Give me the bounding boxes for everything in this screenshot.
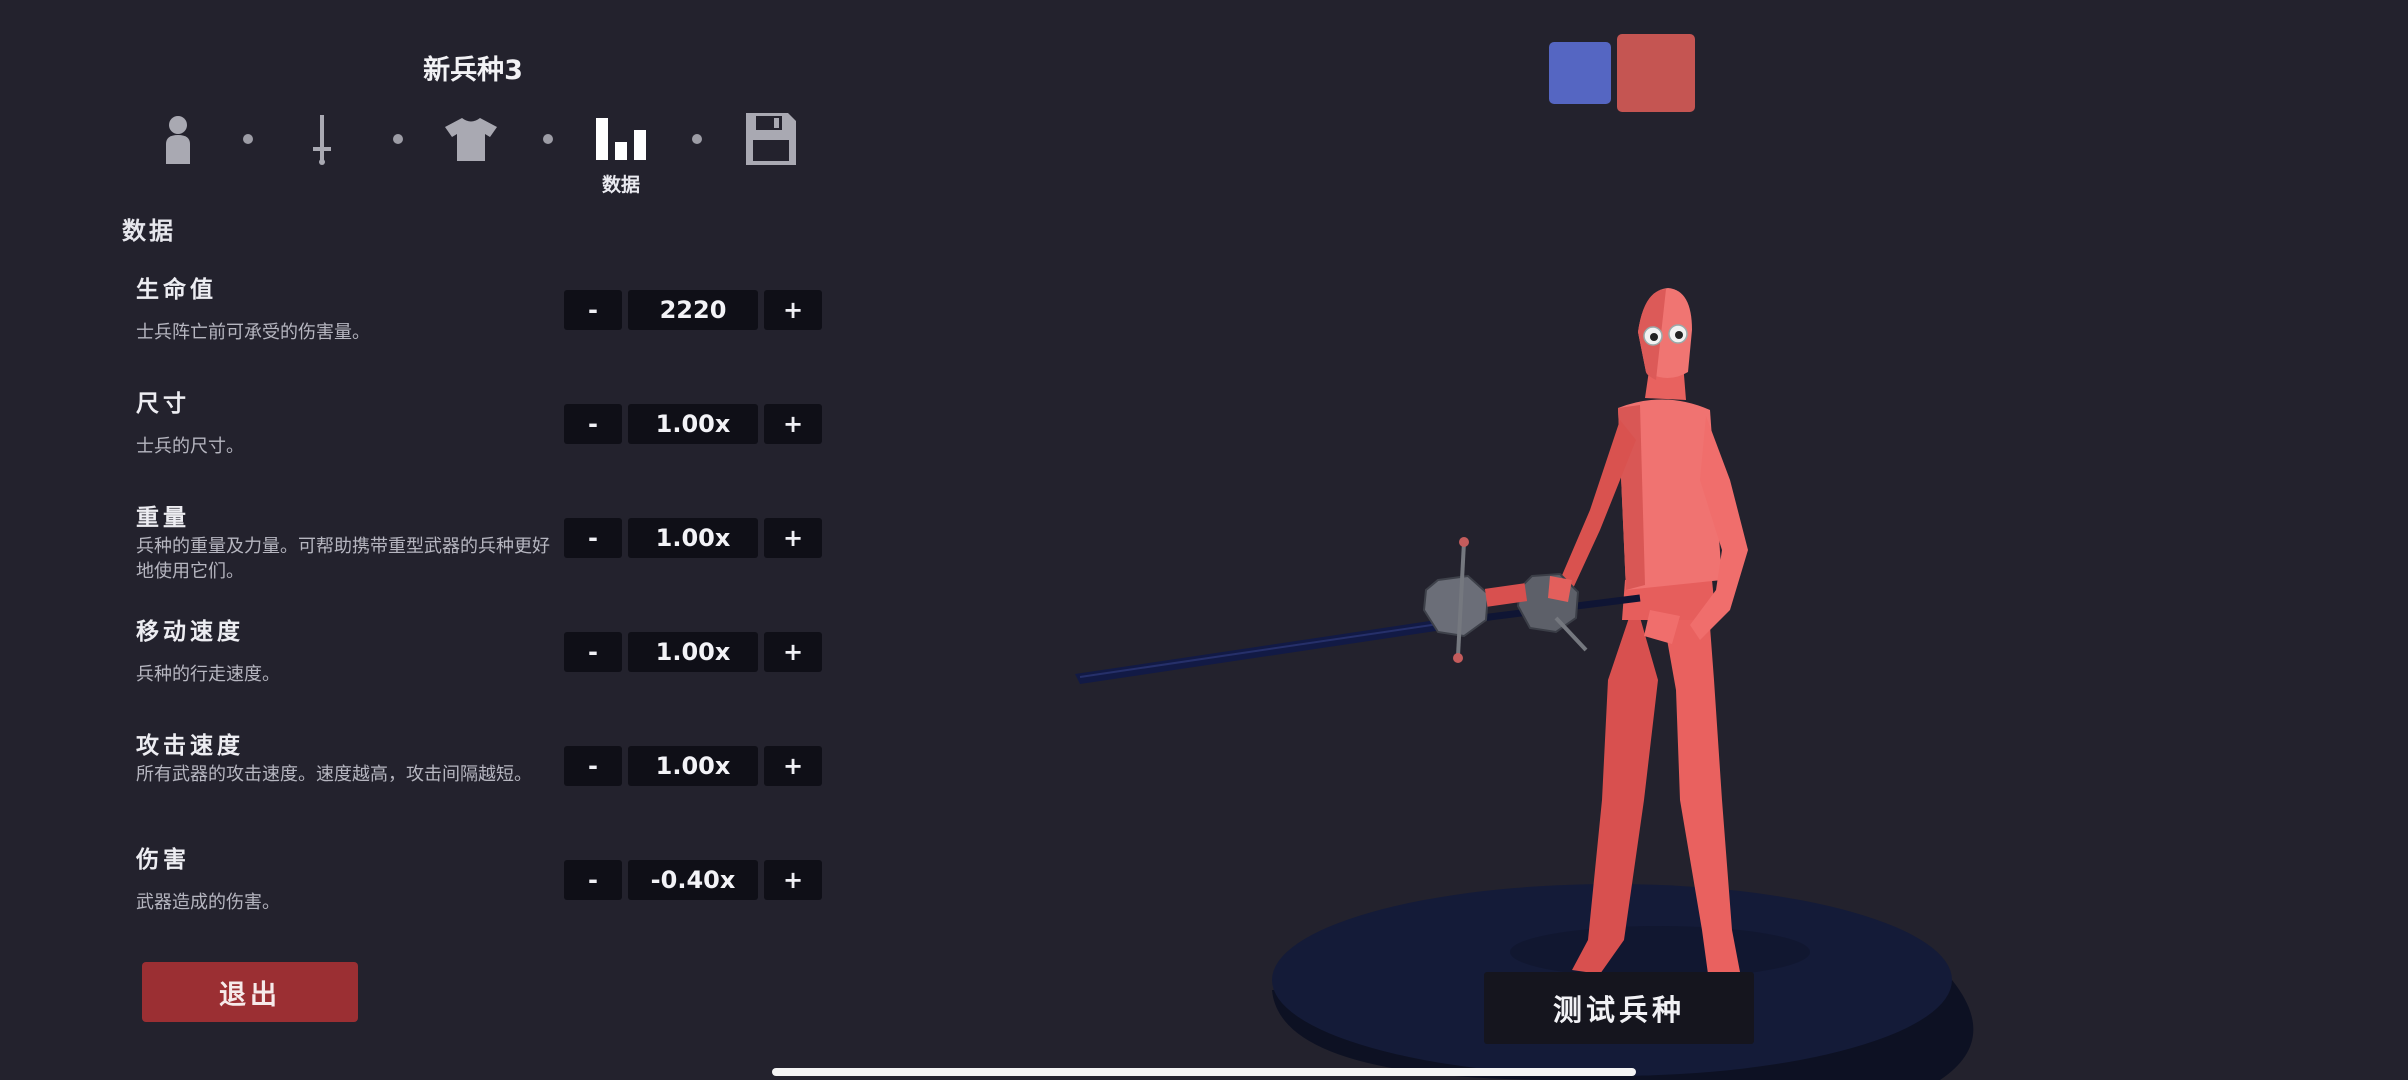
- increase-button[interactable]: +: [764, 404, 822, 444]
- step-clothing[interactable]: [441, 104, 501, 174]
- stat-name: 尺寸: [136, 391, 190, 417]
- decrease-button[interactable]: -: [564, 518, 622, 558]
- exit-button[interactable]: 退出: [142, 962, 358, 1022]
- stat-row-health: 生命值 士兵阵亡前可承受的伤害量。 - 2220 +: [136, 270, 826, 370]
- increase-button[interactable]: +: [764, 746, 822, 786]
- sword-icon: [313, 115, 331, 165]
- person-icon: [166, 116, 190, 164]
- attack-speed-stepper: - 1.00x +: [564, 746, 822, 786]
- step-separator-dot: [543, 134, 553, 144]
- step-save[interactable]: [741, 104, 801, 174]
- step-separator-dot: [243, 134, 253, 144]
- damage-stepper: - -0.40x +: [564, 860, 822, 900]
- step-separator-dot: [393, 134, 403, 144]
- home-indicator[interactable]: [772, 1068, 1636, 1076]
- stat-description: 士兵的尺寸。: [136, 436, 244, 457]
- rapier-weapon: [1075, 537, 1641, 684]
- stat-value: 1.00x: [628, 518, 758, 558]
- stat-description: 所有武器的攻击速度。速度越高，攻击间隔越短。: [136, 764, 532, 785]
- step-stats[interactable]: 数据: [591, 104, 651, 196]
- step-appearance[interactable]: [148, 104, 208, 174]
- stat-value: 1.00x: [628, 746, 758, 786]
- health-stepper: - 2220 +: [564, 290, 822, 330]
- stat-description: 兵种的重量及力量。可帮助携带重型武器的兵种更好地使用它们。: [136, 536, 550, 582]
- save-icon: [746, 113, 796, 165]
- move-speed-stepper: - 1.00x +: [564, 632, 822, 672]
- stat-description: 士兵阵亡前可承受的伤害量。: [136, 322, 370, 343]
- step-stats-label: 数据: [601, 174, 640, 196]
- stat-row-weight: 重量 兵种的重量及力量。可帮助携带重型武器的兵种更好地使用它们。 - 1.00x…: [136, 498, 826, 598]
- bar-chart-icon: [596, 118, 646, 160]
- stat-value: 1.00x: [628, 404, 758, 444]
- decrease-button[interactable]: -: [564, 860, 622, 900]
- decrease-button[interactable]: -: [564, 632, 622, 672]
- stat-value: 2220: [628, 290, 758, 330]
- size-stepper: - 1.00x +: [564, 404, 822, 444]
- increase-button[interactable]: +: [764, 518, 822, 558]
- section-title: 数据: [122, 217, 176, 245]
- unit-preview-scene[interactable]: [1040, 280, 2020, 1080]
- test-unit-button[interactable]: 测试兵种: [1484, 972, 1754, 1044]
- step-separator-dot: [692, 134, 702, 144]
- stat-value: -0.40x: [628, 860, 758, 900]
- editor-steps-nav: 数据: [148, 104, 808, 204]
- increase-button[interactable]: +: [764, 632, 822, 672]
- shirt-icon: [445, 118, 497, 161]
- stat-name: 重量: [136, 505, 190, 531]
- stat-value: 1.00x: [628, 632, 758, 672]
- increase-button[interactable]: +: [764, 290, 822, 330]
- weight-stepper: - 1.00x +: [564, 518, 822, 558]
- decrease-button[interactable]: -: [564, 290, 622, 330]
- team-blue-swatch[interactable]: [1549, 42, 1611, 104]
- stat-row-move-speed: 移动速度 兵种的行走速度。 - 1.00x +: [136, 612, 826, 712]
- stat-row-damage: 伤害 武器造成的伤害。 - -0.40x +: [136, 840, 826, 940]
- increase-button[interactable]: +: [764, 860, 822, 900]
- stat-name: 攻击速度: [136, 733, 244, 759]
- stat-description: 武器造成的伤害。: [136, 892, 280, 913]
- unit-name-title[interactable]: 新兵种3: [318, 48, 628, 87]
- stat-name: 移动速度: [136, 619, 244, 645]
- decrease-button[interactable]: -: [564, 404, 622, 444]
- stat-row-attack-speed: 攻击速度 所有武器的攻击速度。速度越高，攻击间隔越短。 - 1.00x +: [136, 726, 826, 826]
- stat-row-size: 尺寸 士兵的尺寸。 - 1.00x +: [136, 384, 826, 484]
- step-weapons[interactable]: [292, 104, 352, 174]
- stat-description: 兵种的行走速度。: [136, 664, 280, 685]
- stat-name: 伤害: [136, 847, 190, 873]
- stat-name: 生命值: [136, 277, 217, 303]
- decrease-button[interactable]: -: [564, 746, 622, 786]
- team-red-swatch[interactable]: [1617, 34, 1695, 112]
- unit-editor-screen: 新兵种3 数据 数据 生命值 士兵阵亡前可承受的伤害量。 - 2220 + 尺寸…: [0, 0, 2408, 1080]
